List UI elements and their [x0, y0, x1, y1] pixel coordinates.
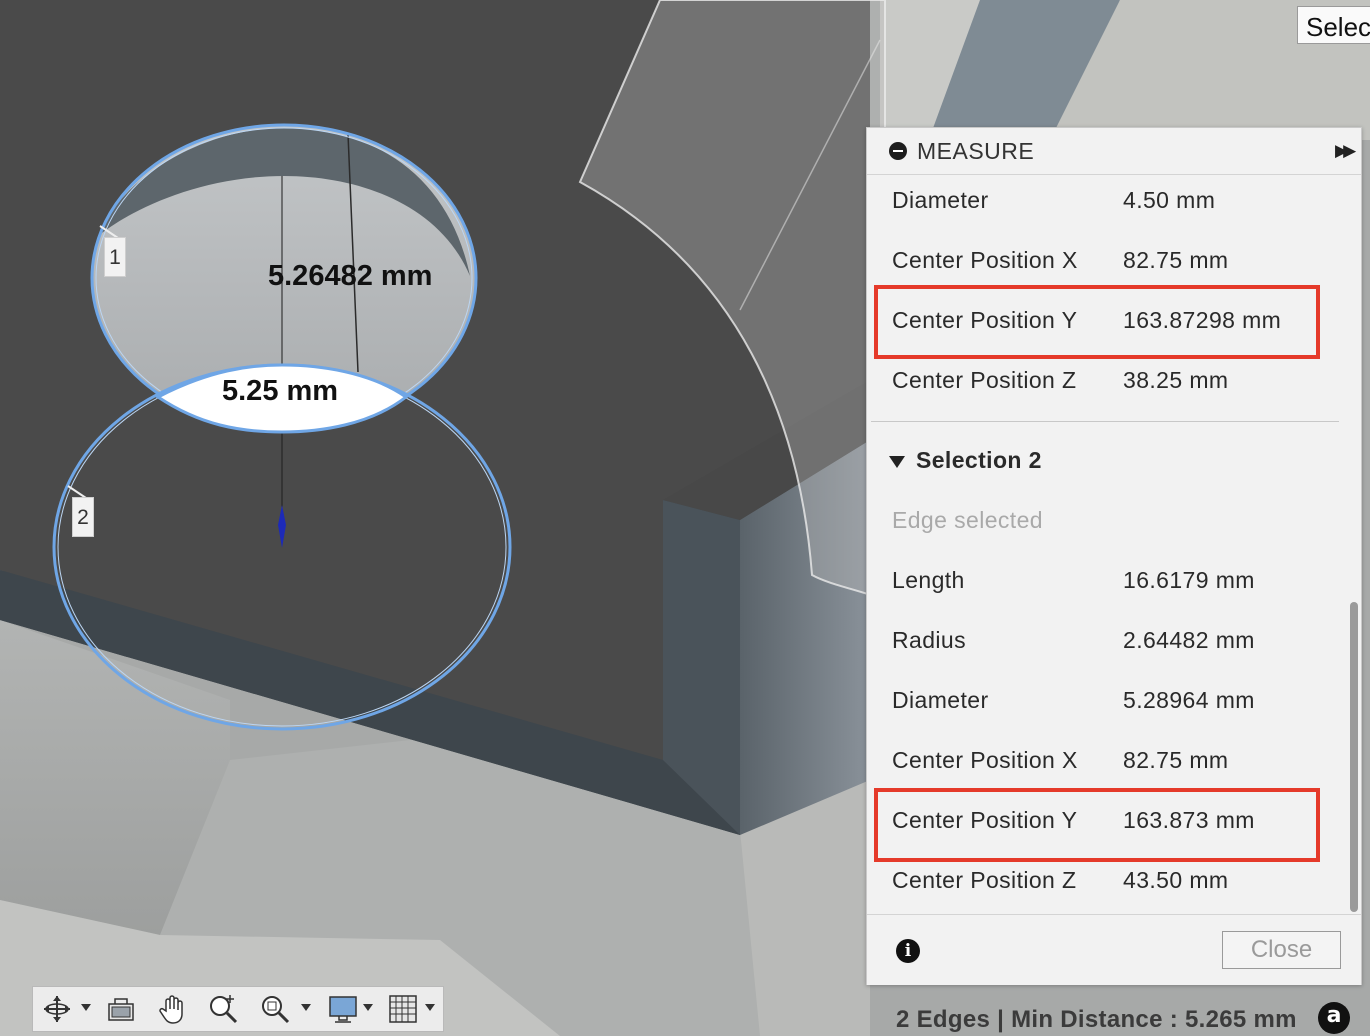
- grid-settings-icon[interactable]: [385, 991, 421, 1027]
- property-value: 82.75 mm: [1123, 247, 1229, 273]
- property-value: 2.64482 mm: [1123, 627, 1255, 653]
- property-label: Center Position X: [892, 247, 1078, 273]
- property-label: Center Position Z: [892, 867, 1077, 893]
- display-dropdown-icon[interactable]: [363, 1004, 373, 1011]
- panel-footer: i Close: [867, 914, 1361, 985]
- expand-panel-icon[interactable]: ▶▶: [1335, 141, 1356, 161]
- edge-marker-1: 1: [104, 237, 126, 277]
- property-value: 16.6179 mm: [1123, 567, 1255, 593]
- highlight-box-selection-1-y: [874, 285, 1320, 359]
- zoom-dropdown-icon[interactable]: [301, 1004, 311, 1011]
- orbit-icon[interactable]: [39, 991, 75, 1027]
- pan-icon[interactable]: [155, 991, 191, 1027]
- property-label: Diameter: [892, 687, 989, 713]
- look-at-icon[interactable]: [103, 991, 139, 1027]
- property-row: Diameter 5.28964 mm: [867, 671, 1337, 731]
- dimension-label-first: 5.26482 mm: [268, 260, 433, 292]
- status-text: 2 Edges | Min Distance : 5.265 mm: [896, 1006, 1297, 1033]
- display-settings-icon[interactable]: [325, 991, 361, 1027]
- property-label: Center Position X: [892, 747, 1078, 773]
- property-row: Center Position X 82.75 mm: [867, 731, 1337, 791]
- property-value: 38.25 mm: [1123, 367, 1229, 393]
- edge-marker-2: 2: [72, 497, 94, 537]
- select-button[interactable]: Selec: [1297, 6, 1370, 44]
- disclosure-triangle-icon[interactable]: [889, 456, 905, 468]
- property-value: 5.28964 mm: [1123, 687, 1255, 713]
- dimension-label-second: 5.25 mm: [222, 375, 339, 407]
- property-label: Center Position Z: [892, 367, 1077, 393]
- property-value: 43.50 mm: [1123, 867, 1229, 893]
- grid-dropdown-icon[interactable]: [425, 1004, 435, 1011]
- panel-header: MEASURE ▶▶: [867, 128, 1361, 175]
- selection-2-header[interactable]: Selection 2: [867, 431, 1337, 491]
- property-label: Length: [892, 567, 965, 593]
- property-value: 82.75 mm: [1123, 747, 1229, 773]
- panel-scrollbar[interactable]: [1348, 174, 1360, 914]
- orbit-dropdown-icon[interactable]: [81, 1004, 91, 1011]
- selection-subtitle-row: Edge selected: [867, 491, 1337, 551]
- highlight-box-selection-2-y: [874, 788, 1320, 862]
- scrollbar-thumb[interactable]: [1350, 602, 1358, 912]
- edge-selected-label: Edge selected: [892, 507, 1043, 533]
- navigation-toolbar: [32, 986, 444, 1032]
- section-divider: [871, 421, 1339, 422]
- collapse-icon[interactable]: [889, 142, 907, 160]
- close-button[interactable]: Close: [1222, 931, 1341, 969]
- property-label: Radius: [892, 627, 966, 653]
- info-icon[interactable]: i: [896, 939, 920, 963]
- property-row: Radius 2.64482 mm: [867, 611, 1337, 671]
- property-label: Diameter: [892, 187, 989, 213]
- property-row: Length 16.6179 mm: [867, 551, 1337, 611]
- autodesk-logo-icon[interactable]: [1318, 1002, 1350, 1034]
- panel-title: MEASURE: [917, 138, 1035, 164]
- property-row: Center Position X 82.75 mm: [867, 231, 1337, 291]
- zoom-window-icon[interactable]: [257, 991, 293, 1027]
- property-row: Center Position Z 38.25 mm: [867, 351, 1337, 411]
- zoom-icon[interactable]: [205, 991, 241, 1027]
- property-row: Diameter 4.50 mm: [867, 171, 1337, 231]
- measure-panel: MEASURE ▶▶ Diameter 4.50 mm Center Posit…: [866, 127, 1362, 985]
- selection-2-title: Selection 2: [916, 447, 1042, 473]
- property-value: 4.50 mm: [1123, 187, 1216, 213]
